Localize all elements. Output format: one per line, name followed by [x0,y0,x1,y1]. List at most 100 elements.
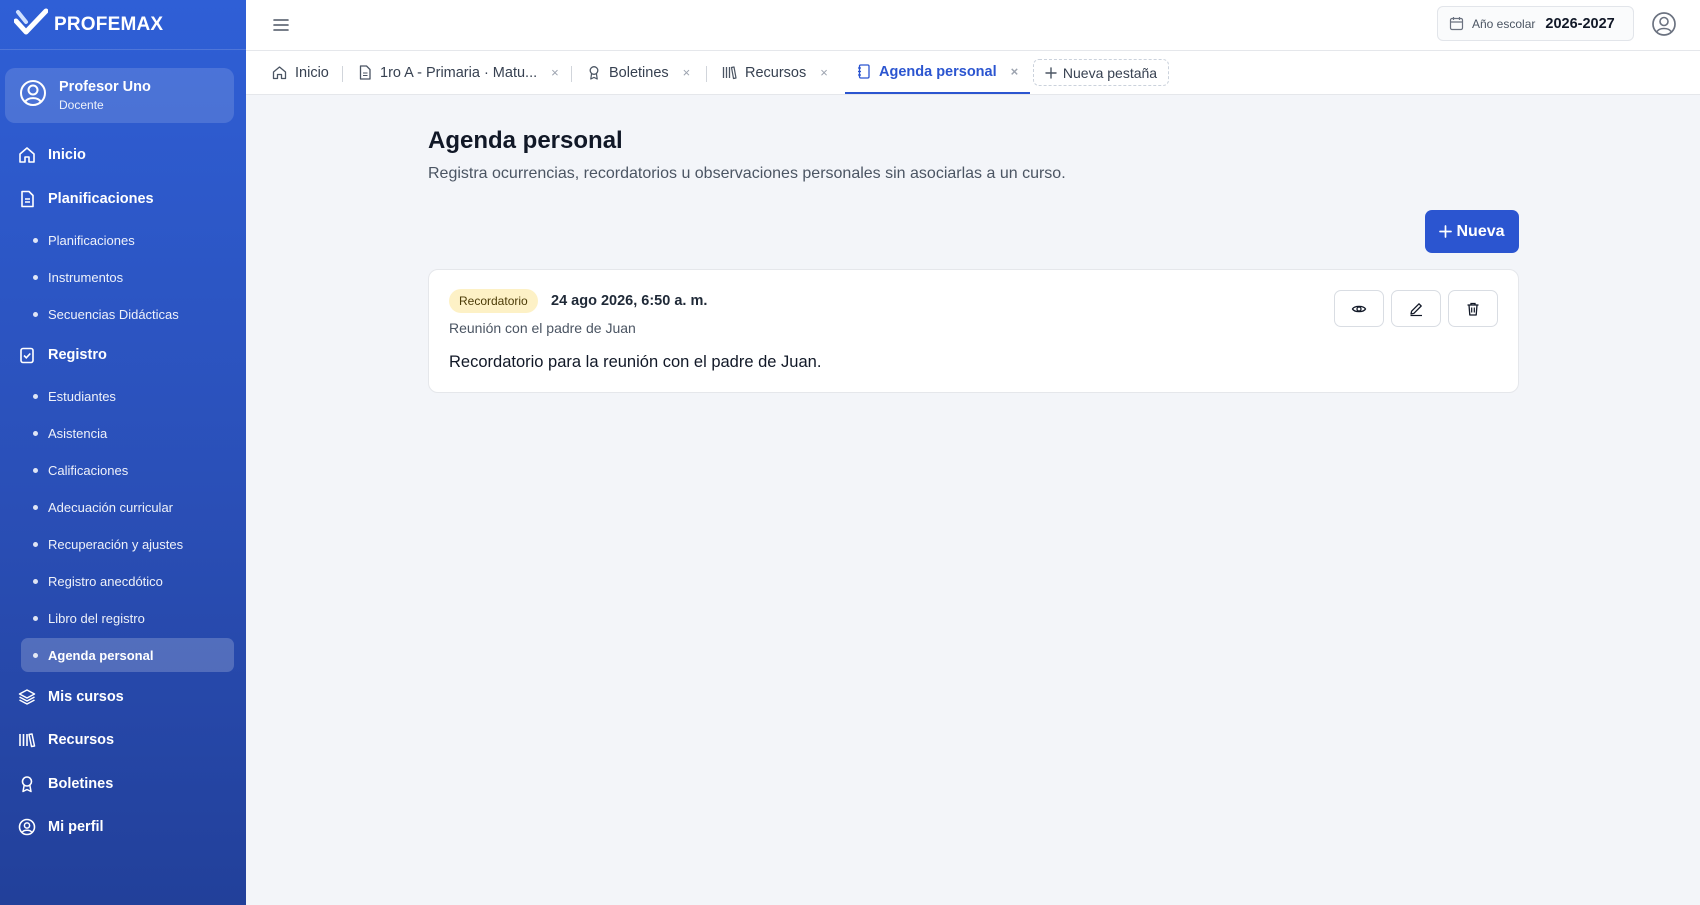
sidebar-item-label: Boletines [48,776,114,792]
sidebar-subitem-label: Instrumentos [48,269,124,285]
tab-divider [706,66,707,82]
sidebar-item-planificaciones[interactable]: Planificaciones [0,181,246,217]
tab-bar: Inicio 1ro A - Primaria · Matu... × Bole… [246,51,1700,95]
close-icon[interactable]: × [820,65,828,80]
tab-divider [342,66,343,82]
tab-divider [571,66,572,82]
bullet-icon [33,652,38,658]
logo-check-icon [13,8,49,41]
bullet-icon [33,311,38,317]
sidebar-item-registro[interactable]: Registro [0,337,246,373]
close-icon[interactable]: × [1011,64,1019,79]
sidebar-item-label: Mi perfil [48,819,104,835]
sidebar-subitem-anecdotico[interactable]: Registro anecdótico [21,564,234,598]
sidebar-subitem-label: Secuencias Didácticas [48,306,179,322]
trash-icon [1467,302,1479,316]
sidebar-item-recursos[interactable]: Recursos [0,722,246,758]
tab-label: Agenda personal [879,63,997,80]
sidebar-item-mis-cursos[interactable]: Mis cursos [0,679,246,715]
new-tab-label: Nueva pestaña [1062,64,1158,81]
award-icon [589,66,599,80]
sidebar-item-label: Recursos [48,732,115,748]
document-icon [359,65,371,80]
user-avatar-icon [19,79,47,112]
user-circle-icon [1652,12,1676,36]
sidebar-subitem-instrumentos[interactable]: Instrumentos [21,260,234,294]
user-card[interactable]: Profesor Uno Docente [5,68,234,123]
user-circle-icon [18,818,36,836]
sidebar-subitem-label: Recuperación y ajustes [48,536,184,552]
eye-icon [1351,305,1367,312]
library-icon [722,66,737,80]
tab-label: Inicio [295,64,329,81]
tab-label: Boletines [609,64,669,81]
sidebar-item-label: Registro [48,347,107,363]
sidebar-subitem-label: Adecuación curricular [48,499,174,515]
delete-entry-button[interactable] [1448,290,1498,327]
bullet-icon [33,467,38,473]
new-tab-button[interactable]: Nueva pestaña [1033,59,1169,86]
entry-body: Recordatorio para la reunión con el padr… [449,353,822,371]
user-name: Profesor Uno [59,79,151,95]
view-entry-button[interactable] [1334,290,1384,327]
sidebar-subitem-calificaciones[interactable]: Calificaciones [21,453,234,487]
sidebar-item-mi-perfil[interactable]: Mi perfil [0,809,246,845]
close-icon[interactable]: × [551,65,559,80]
plus-icon [1045,66,1057,79]
brand-name: PROFEMAX [54,13,164,35]
home-icon [19,147,35,163]
page-subtitle: Registra ocurrencias, recordatorios u ob… [428,165,1066,182]
sidebar-subitem-label: Calificaciones [48,462,129,478]
bullet-icon [33,430,38,436]
tab-curso[interactable]: 1ro A - Primaria · Matu... × [358,51,559,94]
bullet-icon [33,393,38,399]
sidebar-subitem-recuperacion[interactable]: Recuperación y ajustes [21,527,234,561]
sidebar-subitem-libro[interactable]: Libro del registro [21,601,234,635]
sidebar-item-label: Inicio [48,147,86,163]
calendar-icon [1449,17,1464,31]
award-icon [21,776,33,793]
school-year-label: Año escolar [1472,16,1536,31]
edit-entry-button[interactable] [1391,290,1441,327]
bullet-icon [33,541,38,547]
brand[interactable]: PROFEMAX [0,0,246,50]
tab-boletines[interactable]: Boletines × [587,51,690,94]
layers-icon [18,689,36,705]
clipboard-check-icon [20,347,34,364]
entry-title: Reunión con el padre de Juan [449,320,636,336]
sidebar-subitem-agenda-personal[interactable]: Agenda personal [21,638,234,672]
tab-agenda-personal[interactable]: Agenda personal × [845,51,1031,94]
entry-date: 24 ago 2026, 6:50 a. m. [551,293,708,309]
sidebar-subitem-adecuacion[interactable]: Adecuación curricular [21,490,234,524]
sidebar-item-boletines[interactable]: Boletines [0,766,246,802]
new-entry-button[interactable]: Nueva [1425,210,1519,253]
sidebar-subitem-asistencia[interactable]: Asistencia [21,416,234,450]
agenda-entry-card: Recordatorio 24 ago 2026, 6:50 a. m. Reu… [428,269,1519,393]
sidebar-subitem-planificaciones[interactable]: Planificaciones [21,223,234,257]
profile-button[interactable] [1651,11,1677,37]
tab-label: Recursos [745,64,807,81]
close-icon[interactable]: × [683,65,691,80]
entry-type-badge: Recordatorio [449,289,538,313]
sidebar-subitem-label: Registro anecdótico [48,573,163,589]
page-title: Agenda personal [428,127,623,154]
user-role: Docente [59,98,104,112]
hamburger-icon [273,19,289,31]
school-year-selector[interactable]: Año escolar 2026-2027 [1437,6,1634,41]
topbar: Año escolar 2026-2027 [246,0,1700,51]
sidebar-subitem-secuencias[interactable]: Secuencias Didácticas [21,297,234,331]
sidebar-subitem-label: Asistencia [48,425,108,441]
tab-inicio[interactable]: Inicio [272,51,329,94]
new-entry-label: Nueva [1456,222,1505,240]
bullet-icon [33,504,38,510]
sidebar-item-inicio[interactable]: Inicio [0,137,246,173]
sidebar-subitem-estudiantes[interactable]: Estudiantes [21,379,234,413]
sidebar-subitem-label: Agenda personal [48,647,154,663]
tab-recursos[interactable]: Recursos × [722,51,828,94]
menu-toggle-button[interactable] [270,14,292,36]
plus-icon [1439,225,1453,238]
school-year-value: 2026-2027 [1545,15,1615,32]
sidebar-item-label: Mis cursos [48,689,124,705]
library-icon [19,733,36,748]
tab-label: 1ro A - Primaria · Matu... [380,64,538,81]
